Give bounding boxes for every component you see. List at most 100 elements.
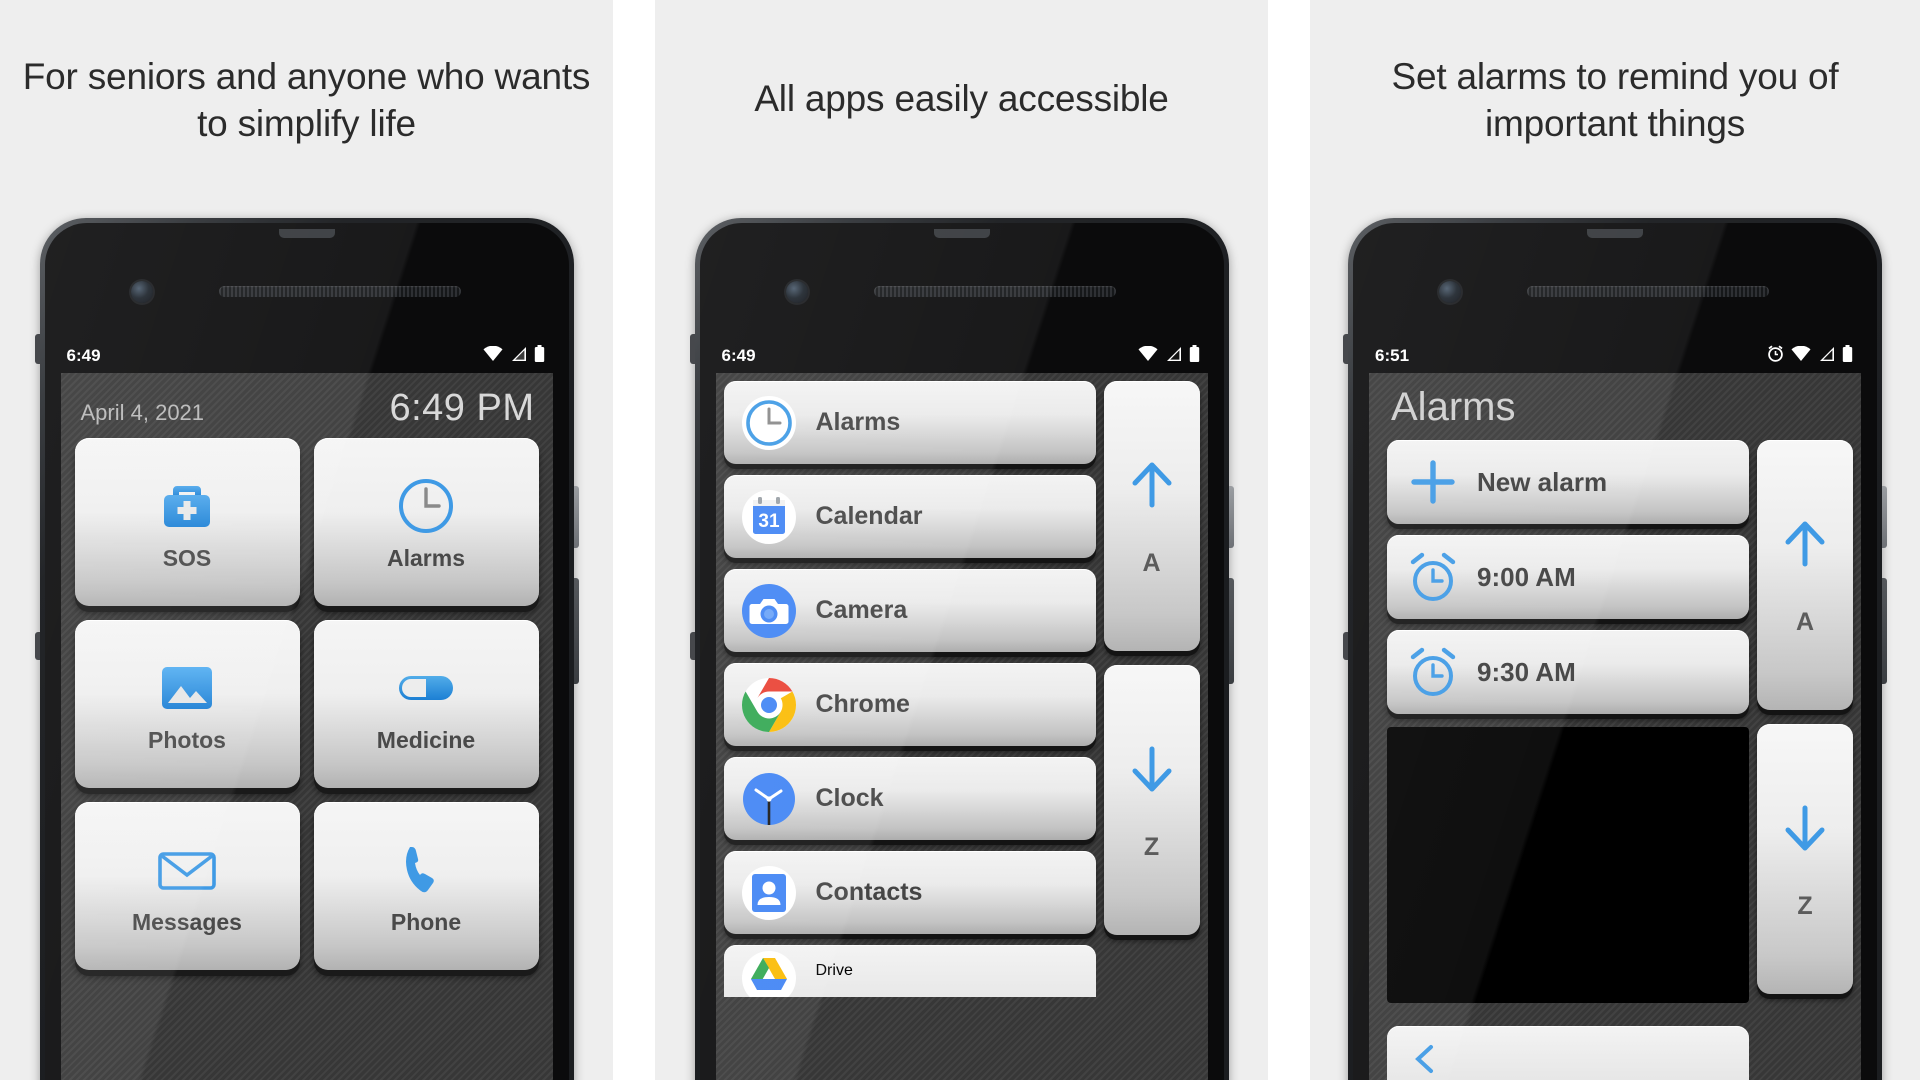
app-list: Alarms 31 Calendar Camera Chrome Clock C… <box>723 381 1096 1080</box>
left-side-accent-1 <box>689 334 695 364</box>
battery-icon <box>534 344 545 368</box>
photo-mountain-icon <box>154 655 220 721</box>
home-tile-grid: SOS Alarms Photos Medicine Messages Phon… <box>61 438 553 970</box>
tile-label: Photos <box>148 726 226 753</box>
wifi-icon <box>1791 345 1811 367</box>
earpiece-speaker <box>873 286 1116 297</box>
volume-button[interactable] <box>1228 578 1234 684</box>
app-row-chrome[interactable]: Chrome <box>723 663 1096 746</box>
app-label: Drive <box>815 962 853 979</box>
scroll-down-button[interactable]: Z <box>1757 724 1853 994</box>
app-label: Camera <box>815 596 908 624</box>
alarm-bottom-partial-row[interactable] <box>1387 1026 1749 1080</box>
scroll-up-button[interactable]: A <box>1757 440 1853 710</box>
wifi-icon <box>483 345 503 367</box>
alphabet-scroll-column: A Z <box>1103 381 1202 1080</box>
clock-filled-icon <box>740 770 798 828</box>
arrow-up-icon <box>1122 455 1182 515</box>
app-label: Chrome <box>815 690 910 718</box>
screenshot-panel-3: Set alarms to remind you of important th… <box>1310 0 1920 1080</box>
app-label: Clock <box>815 784 884 812</box>
scroll-down-button[interactable]: Z <box>1103 665 1200 935</box>
tile-label: Phone <box>390 908 462 935</box>
home-screen: April 4, 2021 6:49 PM SOS Alarms Photos … <box>60 373 553 1080</box>
top-notch <box>933 229 990 238</box>
alphabet-scroll-column: A Z <box>1757 440 1855 1080</box>
tile-label: SOS <box>162 544 212 571</box>
alarms-page-title: Alarms <box>1391 385 1516 429</box>
alarm-row-1[interactable]: 9:00 AM <box>1387 535 1749 619</box>
panel-3-caption: Set alarms to remind you of important th… <box>1391 56 1839 144</box>
scroll-down-label: Z <box>1797 891 1813 920</box>
scroll-up-label: A <box>1142 548 1161 577</box>
status-bar-3: 6:51 <box>1353 339 1877 373</box>
panel-1-caption: For seniors and anyone who wants to simp… <box>22 56 591 144</box>
tile-medicine[interactable]: Medicine <box>313 620 539 788</box>
scroll-up-label: A <box>1795 607 1815 636</box>
arrow-down-icon <box>1775 798 1835 858</box>
app-row-calendar[interactable]: 31 Calendar <box>723 475 1096 558</box>
signal-icon <box>1165 346 1182 367</box>
app-label: Calendar <box>815 502 923 530</box>
new-alarm-button[interactable]: New alarm <box>1387 440 1749 524</box>
phone-mockup-2: 6:49 Alarms 31 Calendar Camera Chrome Cl… <box>689 218 1234 1080</box>
left-side-accent-2 <box>34 632 40 660</box>
phone-mockup-3: 6:51 Alarms New alarm 9:00 AM 9:30 AM A … <box>1343 218 1887 1080</box>
left-side-accent-1 <box>34 334 40 364</box>
tile-label: Medicine <box>376 726 476 753</box>
alarms-screen: Alarms New alarm 9:00 AM 9:30 AM A Z <box>1369 373 1861 1080</box>
scroll-down-label: Z <box>1143 832 1160 861</box>
signal-icon <box>510 346 527 367</box>
alarm-label: 9:30 AM <box>1477 656 1576 687</box>
tile-phone[interactable]: Phone <box>313 802 539 970</box>
app-row-clock[interactable]: Clock <box>723 757 1096 840</box>
tile-messages[interactable]: Messages <box>74 802 300 970</box>
app-row-contacts[interactable]: Contacts <box>723 851 1096 934</box>
home-header: April 4, 2021 6:49 PM <box>61 373 553 438</box>
battery-icon <box>1189 344 1200 368</box>
earpiece-speaker <box>218 286 461 297</box>
power-button[interactable] <box>1228 486 1234 548</box>
status-bar-1: 6:49 <box>45 339 569 373</box>
status-bar-2: 6:49 <box>700 339 1224 373</box>
camera-icon <box>740 582 798 640</box>
panel-gap-1 <box>613 0 655 1080</box>
tile-sos[interactable]: SOS <box>74 438 300 606</box>
status-clock: 6:49 <box>66 346 101 365</box>
app-label: Alarms <box>815 408 901 436</box>
phone-handset-icon <box>393 837 459 903</box>
envelope-icon <box>154 837 220 903</box>
alarm-status-icon <box>1767 345 1784 367</box>
home-date: April 4, 2021 <box>80 400 205 425</box>
battery-icon <box>1842 344 1853 368</box>
drive-icon <box>740 949 798 997</box>
power-button[interactable] <box>1882 486 1887 548</box>
screenshot-panel-1: For seniors and anyone who wants to simp… <box>0 0 613 1080</box>
app-row-alarms[interactable]: Alarms <box>723 381 1096 464</box>
contacts-icon <box>740 864 798 922</box>
left-side-accent-2 <box>1343 632 1348 660</box>
left-side-accent-2 <box>689 632 695 660</box>
first-aid-kit-icon <box>154 473 220 539</box>
alarm-row-2[interactable]: 9:30 AM <box>1387 630 1749 714</box>
svg-text:31: 31 <box>758 511 780 532</box>
tile-photos[interactable]: Photos <box>74 620 300 788</box>
volume-button[interactable] <box>573 578 579 684</box>
tile-label: Messages <box>132 908 242 935</box>
scroll-up-button[interactable]: A <box>1103 381 1200 651</box>
app-row-drive[interactable]: Drive <box>723 945 1096 997</box>
app-row-camera[interactable]: Camera <box>723 569 1096 652</box>
tile-alarms[interactable]: Alarms <box>313 438 539 606</box>
plus-icon <box>1405 454 1461 510</box>
tile-label: Alarms <box>387 544 465 571</box>
alarm-clock-icon <box>1405 644 1461 700</box>
chrome-icon <box>740 676 798 734</box>
screenshot-gallery: For seniors and anyone who wants to simp… <box>0 0 1920 1080</box>
alarm-list: New alarm 9:00 AM 9:30 AM <box>1387 440 1749 1080</box>
phone-mockup-1: 6:49 April 4, 2021 6:49 PM SOS Alarms Ph… <box>34 218 579 1080</box>
power-button[interactable] <box>573 486 579 548</box>
clock-outline-icon <box>393 473 459 539</box>
front-camera-icon <box>130 281 153 303</box>
volume-button[interactable] <box>1882 578 1887 684</box>
front-camera-icon <box>785 281 808 303</box>
